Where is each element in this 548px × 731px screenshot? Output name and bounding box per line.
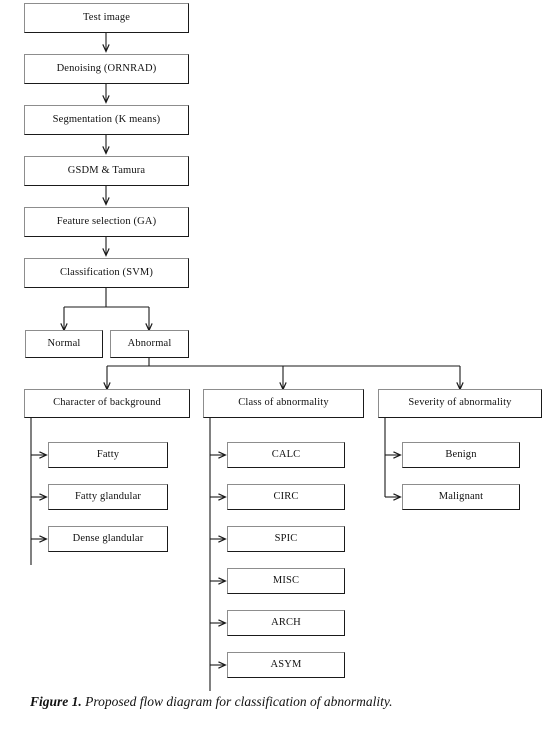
node-feature-selection[interactable]: Feature selection (GA) [24,207,189,237]
node-label: Classification (SVM) [59,266,154,278]
node-character-of-background[interactable]: Character of background [24,389,190,418]
node-label: CALC [271,448,301,460]
node-label: CIRC [273,490,299,502]
node-benign[interactable]: Benign [402,442,520,468]
node-label: Abnormal [127,337,172,349]
figure-caption-text: Proposed flow diagram for classification… [81,694,393,709]
node-test-image[interactable]: Test image [24,3,189,33]
node-label: Segmentation (K means) [52,113,161,125]
node-segmentation[interactable]: Segmentation (K means) [24,105,189,135]
node-label: ARCH [271,616,301,628]
node-label: MISC [272,574,300,586]
node-gsdm-tamura[interactable]: GSDM & Tamura [24,156,189,186]
node-denoising[interactable]: Denoising (ORNRAD) [24,54,189,84]
node-spic[interactable]: SPIC [227,526,345,552]
node-malignant[interactable]: Malignant [402,484,520,510]
node-misc[interactable]: MISC [227,568,345,594]
node-fatty[interactable]: Fatty [48,442,168,468]
node-label: Malignant [438,490,484,502]
node-label: Feature selection (GA) [56,215,157,227]
flow-diagram: Test image Denoising (ORNRAD) Segmentati… [0,0,548,731]
figure-caption: Figure 1. Proposed flow diagram for clas… [30,694,530,710]
node-asym[interactable]: ASYM [227,652,345,678]
node-arch[interactable]: ARCH [227,610,345,636]
node-label: Class of abnormality [238,397,329,409]
node-label: Normal [47,337,81,349]
node-label: Test image [82,11,131,23]
node-label: Severity of abnormality [408,397,512,409]
node-label: Denoising (ORNRAD) [56,62,157,74]
node-classification[interactable]: Classification (SVM) [24,258,189,288]
node-label: Fatty [96,448,120,460]
node-label: Dense glandular [72,532,144,544]
node-abnormal[interactable]: Abnormal [110,330,189,358]
node-calc[interactable]: CALC [227,442,345,468]
node-fatty-glandular[interactable]: Fatty glandular [48,484,168,510]
node-normal[interactable]: Normal [25,330,103,358]
node-label: ASYM [270,658,302,670]
figure-label: Figure 1. [30,694,82,709]
node-dense-glandular[interactable]: Dense glandular [48,526,168,552]
node-label: Benign [445,448,477,460]
node-label: Fatty glandular [74,490,142,502]
node-label: Character of background [53,397,161,409]
node-label: GSDM & Tamura [67,164,146,176]
node-severity-of-abnormality[interactable]: Severity of abnormality [378,389,542,418]
node-circ[interactable]: CIRC [227,484,345,510]
node-class-of-abnormality[interactable]: Class of abnormality [203,389,364,418]
node-label: SPIC [274,532,298,544]
